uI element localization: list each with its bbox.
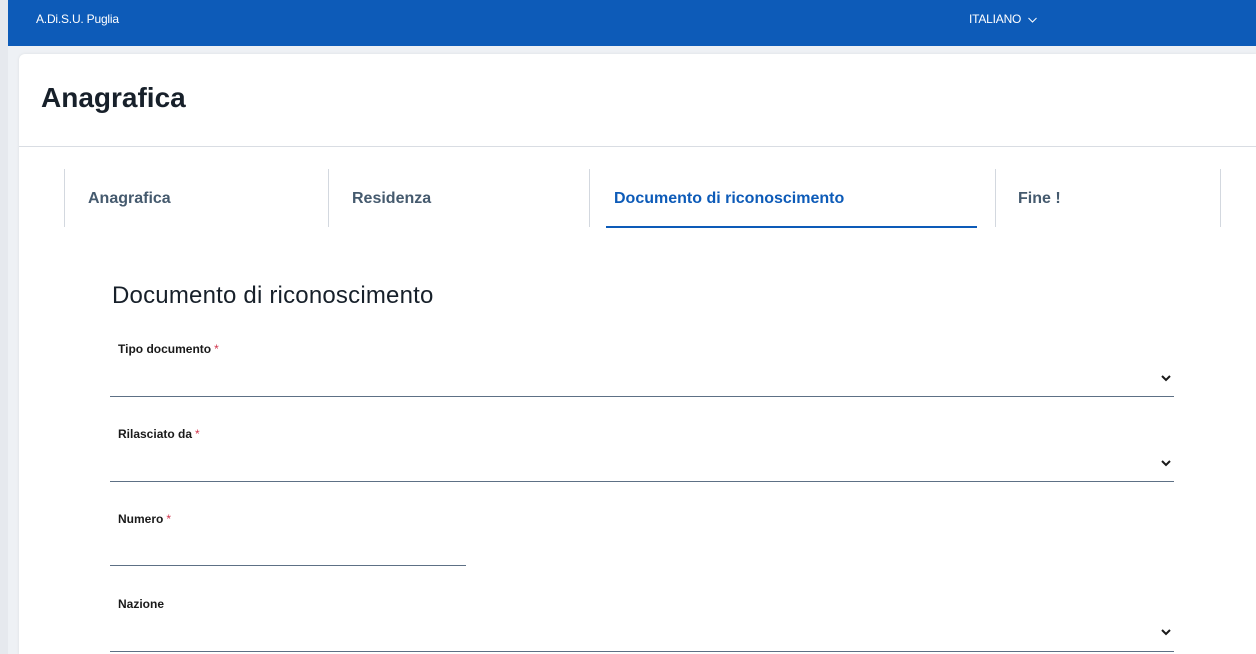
tipo-documento-select[interactable] — [110, 366, 1174, 396]
chevron-down-icon[interactable] — [1160, 374, 1172, 382]
required-mark: * — [214, 342, 219, 356]
language-label: ITALIANO — [969, 12, 1022, 26]
rilasciato-da-label: Rilasciato da * — [118, 427, 200, 441]
active-tab-indicator — [606, 226, 977, 228]
chevron-down-icon — [1028, 17, 1038, 23]
required-mark: * — [195, 427, 200, 441]
tab-label: Fine ! — [1018, 190, 1061, 207]
top-bar: A.Di.S.U. Puglia ITALIANO — [8, 0, 1256, 46]
numero-label: Numero * — [118, 512, 171, 526]
brand-name[interactable]: A.Di.S.U. Puglia — [36, 12, 119, 26]
rilasciato-da-select[interactable] — [110, 451, 1174, 481]
tipo-documento-label: Tipo documento * — [118, 342, 219, 356]
tab-label: Residenza — [352, 190, 432, 207]
chevron-down-icon[interactable] — [1160, 628, 1172, 636]
numero-input[interactable] — [110, 535, 465, 565]
tab-divider — [1220, 169, 1221, 227]
header-divider — [19, 146, 1256, 147]
nazione-select[interactable] — [110, 621, 1174, 651]
chevron-down-icon[interactable] — [1160, 459, 1172, 467]
tab-documento-di-riconoscimento[interactable]: Documento di riconoscimento — [589, 169, 995, 227]
nazione-label-text: Nazione — [118, 597, 165, 611]
required-mark: * — [166, 512, 172, 526]
tab-label: Anagrafica — [88, 190, 171, 207]
tab-label: Documento di riconoscimento — [614, 190, 845, 207]
sidebar-edge — [0, 0, 8, 654]
page-title: Anagrafica — [41, 82, 186, 113]
tab-fine[interactable]: Fine ! — [995, 169, 1220, 227]
numero-underline — [110, 565, 466, 566]
nazione-underline — [110, 651, 1174, 652]
tipo-documento-label-text: Tipo documento — [118, 342, 212, 356]
main-card: Anagrafica Anagrafica Residenza Document… — [19, 54, 1256, 654]
numero-label-text: Numero — [118, 512, 164, 526]
language-selector[interactable]: ITALIANO — [969, 12, 1038, 26]
tab-anagrafica[interactable]: Anagrafica — [64, 169, 328, 227]
tab-residenza[interactable]: Residenza — [328, 169, 589, 227]
nazione-label: Nazione — [118, 597, 164, 611]
tipo-documento-underline — [110, 396, 1174, 397]
rilasciato-da-label-text: Rilasciato da — [118, 427, 193, 441]
rilasciato-da-underline — [110, 481, 1174, 482]
section-title: Documento di riconoscimento — [112, 282, 434, 309]
